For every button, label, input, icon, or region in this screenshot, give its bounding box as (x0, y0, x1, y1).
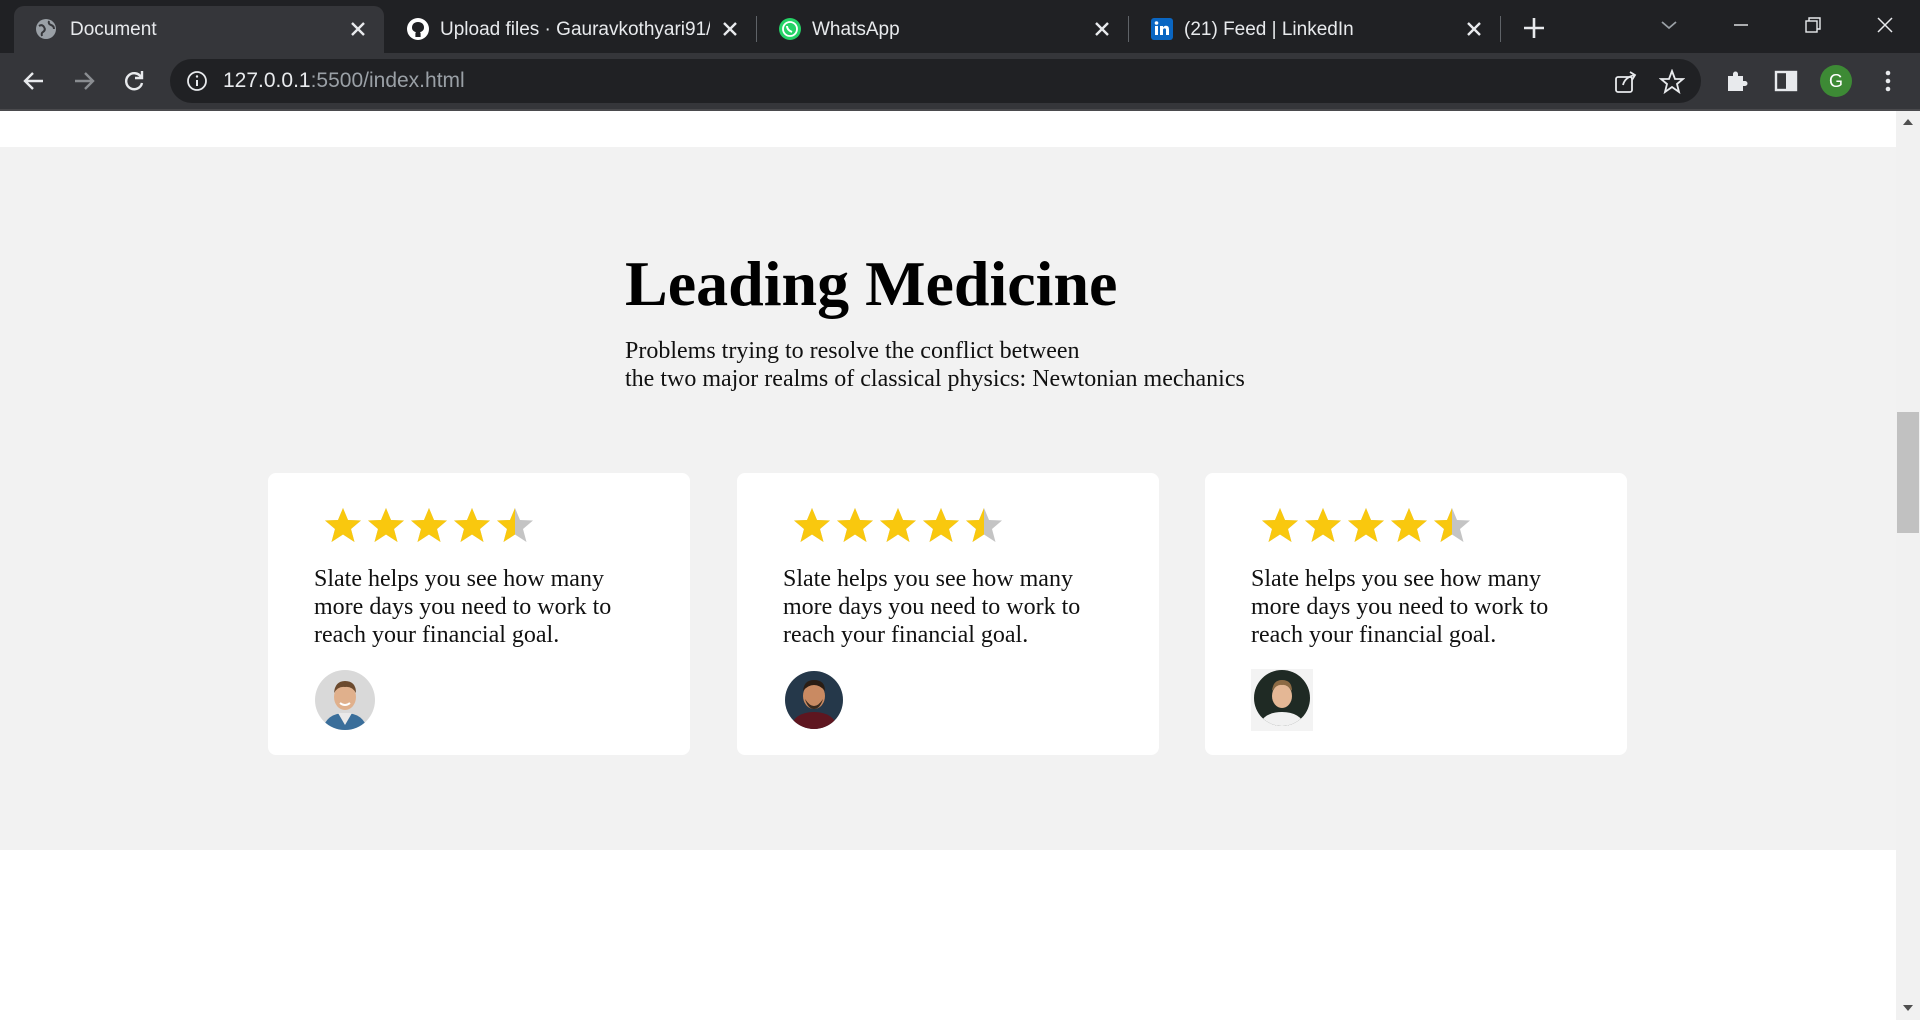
github-icon (407, 18, 429, 40)
subtext-line: the two major realms of classical physic… (625, 366, 1245, 392)
close-icon[interactable] (1464, 19, 1484, 39)
star-full-icon (411, 508, 447, 542)
linkedin-icon (1151, 18, 1173, 40)
whatsapp-icon (779, 18, 801, 40)
menu-icon[interactable] (1874, 67, 1902, 95)
testimonial-quote: Slate helps you see how many more days y… (1251, 566, 1549, 648)
star-full-icon (923, 508, 959, 542)
tab-linkedin[interactable]: (21) Feed | LinkedIn (1130, 6, 1500, 53)
tab-title: Upload files · Gauravkothyari91/I (440, 19, 710, 40)
star-half-icon (966, 508, 1002, 542)
browser-toolbar: 127.0.0.1:5500/index.html G (0, 53, 1920, 109)
close-icon[interactable] (720, 19, 740, 39)
forward-icon[interactable] (70, 67, 98, 95)
star-rating (323, 505, 538, 545)
testimonial-card: Slate helps you see how many more days y… (1205, 473, 1627, 755)
close-icon[interactable] (348, 19, 368, 39)
testimonial-card: Slate helps you see how many more days y… (268, 473, 690, 755)
tab-title: (21) Feed | LinkedIn (1184, 19, 1354, 40)
tab-document[interactable]: Document (14, 6, 384, 53)
section-subtext: Problems trying to resolve the conflict … (625, 337, 1425, 393)
bookmark-star-icon[interactable] (1659, 69, 1685, 95)
subtext-line: Problems trying to resolve the conflict … (625, 338, 1080, 364)
star-full-icon (880, 508, 916, 542)
tab-separator (756, 16, 757, 42)
close-icon[interactable] (1092, 19, 1112, 39)
url-path: :5500/index.html (310, 69, 465, 92)
url-host: 127.0.0.1 (223, 69, 311, 92)
person-avatar-3 (1251, 669, 1313, 731)
tab-github[interactable]: Upload files · Gauravkothyari91/I (386, 6, 756, 53)
scrollbar-thumb[interactable] (1897, 412, 1919, 533)
person-avatar-2 (785, 671, 843, 729)
share-icon[interactable] (1613, 69, 1639, 95)
star-full-icon (837, 508, 873, 542)
tab-bar: Document Upload files · Gauravkothyari91… (0, 0, 1920, 53)
section-heading: Leading Medicine (625, 248, 1118, 319)
address-bar[interactable]: 127.0.0.1:5500/index.html (170, 59, 1701, 103)
minimize-icon[interactable] (1726, 10, 1756, 40)
globe-icon (36, 19, 56, 39)
reload-icon[interactable] (120, 67, 148, 95)
restore-icon[interactable] (1798, 10, 1828, 40)
scroll-down-arrow-icon[interactable] (1901, 1003, 1915, 1013)
tab-search-icon[interactable] (1654, 10, 1684, 40)
extensions-icon[interactable] (1722, 67, 1750, 95)
star-half-icon (1434, 508, 1470, 542)
profile-avatar[interactable]: G (1820, 65, 1852, 97)
back-icon[interactable] (20, 67, 48, 95)
testimonial-quote: Slate helps you see how many more days y… (783, 566, 1081, 648)
window-close-icon[interactable] (1870, 10, 1900, 40)
side-panel-icon[interactable] (1772, 67, 1800, 95)
star-full-icon (454, 508, 490, 542)
page-scrollbar[interactable] (1896, 111, 1920, 1020)
star-full-icon (1262, 508, 1298, 542)
testimonial-card: Slate helps you see how many more days y… (737, 473, 1159, 755)
star-full-icon (1391, 508, 1427, 542)
star-full-icon (325, 508, 361, 542)
star-full-icon (1348, 508, 1384, 542)
tab-title: Document (70, 19, 157, 40)
tab-title: WhatsApp (812, 19, 900, 40)
tab-separator (1500, 16, 1501, 42)
info-icon[interactable] (186, 70, 208, 92)
testimonials-section: Leading Medicine Problems trying to reso… (0, 147, 1896, 850)
scroll-up-arrow-icon[interactable] (1901, 117, 1915, 127)
star-rating (792, 505, 1007, 545)
page-viewport: Leading Medicine Problems trying to reso… (0, 111, 1896, 1020)
person-avatar-1 (315, 670, 375, 730)
url-text[interactable]: 127.0.0.1:5500/index.html (223, 69, 465, 93)
star-rating (1260, 505, 1475, 545)
star-half-icon (497, 508, 533, 542)
tab-whatsapp[interactable]: WhatsApp (758, 6, 1128, 53)
star-full-icon (368, 508, 404, 542)
testimonial-quote: Slate helps you see how many more days y… (314, 566, 612, 648)
new-tab-icon[interactable] (1519, 13, 1549, 43)
star-full-icon (794, 508, 830, 542)
tab-separator (1128, 16, 1129, 42)
star-full-icon (1305, 508, 1341, 542)
